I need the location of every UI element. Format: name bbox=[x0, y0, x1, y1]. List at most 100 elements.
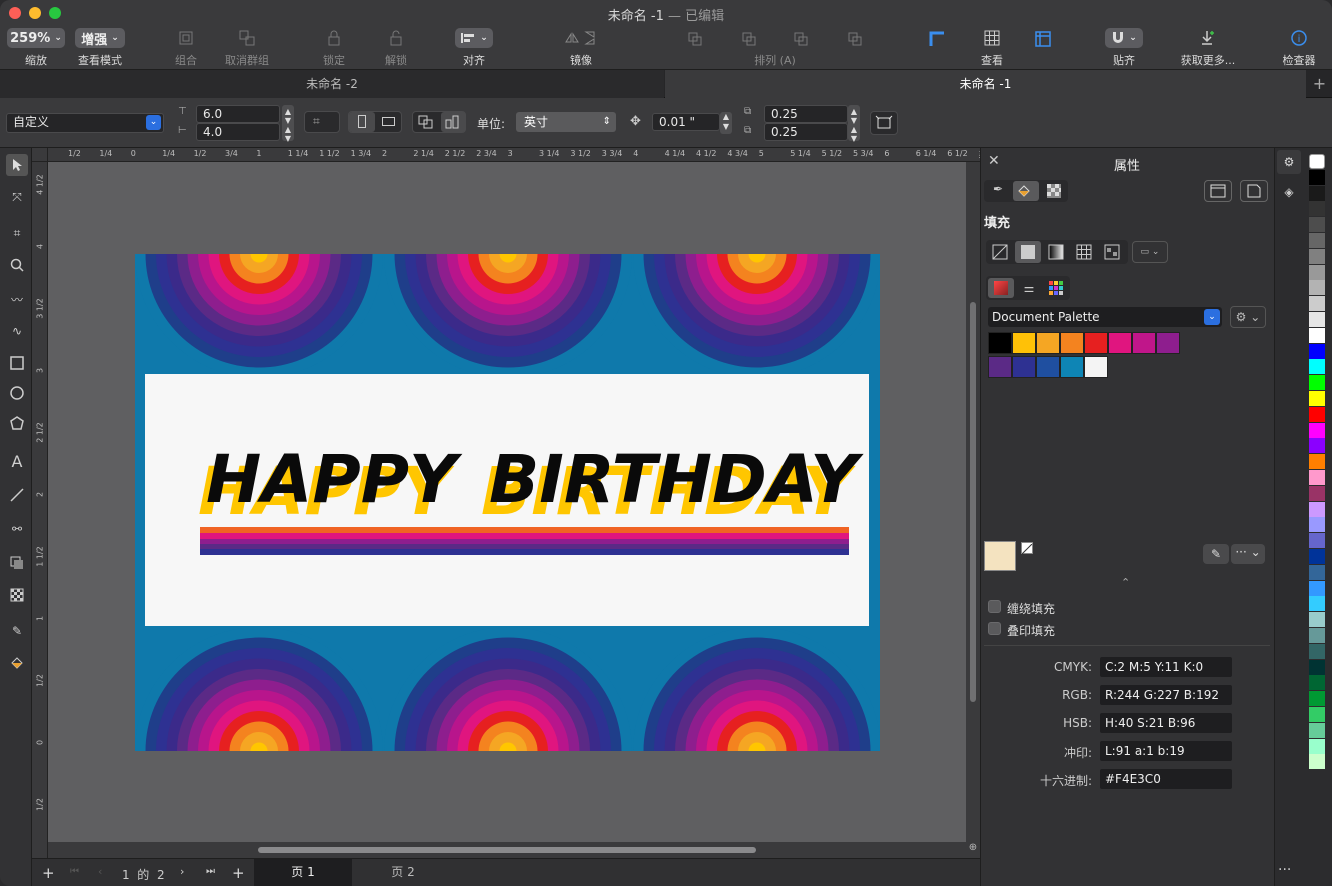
palette-color-swatch[interactable] bbox=[1309, 564, 1325, 580]
palette-color-swatch[interactable] bbox=[1309, 296, 1325, 312]
shape-tool-icon[interactable]: ⤧ bbox=[6, 186, 28, 208]
prev-page-icon[interactable]: ‹ bbox=[98, 865, 102, 878]
get-more-button[interactable]: 获取更多... bbox=[1176, 27, 1240, 68]
zoom-tool-icon[interactable] bbox=[6, 254, 28, 276]
drop-shadow-tool-icon[interactable] bbox=[6, 552, 28, 574]
page-width-field[interactable]: 6.0 bbox=[196, 105, 280, 123]
vertical-scroll-thumb[interactable] bbox=[970, 302, 976, 702]
color-value-field[interactable]: #F4E3C0 bbox=[1100, 769, 1232, 789]
palette-swatch[interactable] bbox=[1084, 356, 1108, 378]
page-preset-select[interactable]: 自定义 ⌄ bbox=[6, 113, 164, 133]
no-color-swatch[interactable] bbox=[1021, 542, 1033, 555]
more-fills-dropdown[interactable]: ▭ ⌄ bbox=[1132, 241, 1168, 263]
landscape-icon[interactable] bbox=[382, 117, 395, 126]
vertical-scrollbar[interactable] bbox=[966, 162, 980, 842]
palette-swatch[interactable] bbox=[1060, 332, 1084, 354]
orientation-toggle[interactable] bbox=[348, 111, 402, 133]
palette-color-swatch[interactable] bbox=[1309, 612, 1325, 628]
next-page-icon[interactable]: › bbox=[180, 865, 184, 878]
palette-color-swatch[interactable] bbox=[1309, 675, 1325, 691]
palette-color-swatch[interactable] bbox=[1309, 707, 1325, 722]
palette-color-swatch[interactable] bbox=[1309, 264, 1325, 280]
palette-color-swatch[interactable] bbox=[1309, 722, 1325, 738]
color-value-field[interactable]: C:2 M:5 Y:11 K:0 bbox=[1100, 657, 1232, 677]
zoom-corner-icon[interactable]: ⊕ bbox=[966, 842, 980, 858]
fountain-fill-icon[interactable] bbox=[1044, 242, 1068, 262]
page-tab-1[interactable]: 页 1 bbox=[254, 859, 352, 886]
portrait-icon[interactable] bbox=[349, 112, 375, 132]
guide-icon[interactable] bbox=[928, 30, 946, 51]
duplicate-stepper[interactable]: ▲ ▼ ▲ ▼ bbox=[848, 105, 860, 143]
zoom-control[interactable]: 259% ⌄ 缩放 bbox=[6, 27, 66, 68]
color-value-field[interactable]: R:244 G:227 B:192 bbox=[1100, 685, 1232, 705]
palette-color-swatch[interactable] bbox=[1309, 549, 1325, 564]
treat-as-filled-button[interactable] bbox=[870, 111, 898, 135]
tab-untitled-2[interactable]: 未命名 -2 bbox=[0, 70, 664, 98]
palette-color-swatch[interactable] bbox=[1309, 375, 1325, 391]
last-page-icon[interactable]: ⏭ bbox=[206, 866, 215, 877]
palette-color-swatch[interactable] bbox=[1309, 406, 1325, 422]
add-page-after-icon[interactable]: + bbox=[232, 864, 245, 882]
color-sliders-icon[interactable]: ⚌ bbox=[1017, 278, 1041, 298]
add-page-icon[interactable]: + bbox=[42, 864, 55, 882]
bezier-tool-icon[interactable]: ∿ bbox=[6, 320, 28, 342]
nudge-field[interactable]: 0.01 " bbox=[652, 113, 720, 131]
more-options-icon[interactable]: ··· ⌄ bbox=[1231, 544, 1265, 564]
palette-color-swatch[interactable] bbox=[1309, 643, 1325, 659]
palette-swatch[interactable] bbox=[1108, 332, 1132, 354]
overprint-fill-checkbox[interactable] bbox=[988, 622, 1001, 635]
palette-color-swatch[interactable] bbox=[1309, 470, 1325, 485]
page-properties-icon[interactable] bbox=[1240, 180, 1268, 202]
transparency-tool-icon[interactable] bbox=[6, 584, 28, 606]
page-height-field[interactable]: 4.0 bbox=[196, 123, 280, 141]
duplicate-distance-y[interactable]: 0.25 bbox=[764, 123, 848, 141]
horizontal-ruler[interactable]: 1/2 1/4 0 1/4 1/2 3/4 1 1 1/4 1 1/2 1 3/4 2 2 1/4 2 … bbox=[32, 148, 980, 162]
palette-color-swatch[interactable] bbox=[1309, 485, 1325, 501]
palette-color-swatch[interactable] bbox=[1309, 501, 1325, 517]
palette-swatch[interactable] bbox=[1012, 332, 1036, 354]
horizontal-scroll-thumb[interactable] bbox=[258, 847, 756, 853]
palette-color-swatch[interactable] bbox=[1309, 217, 1325, 233]
object-properties-icon[interactable] bbox=[1204, 180, 1232, 202]
palette-color-swatch[interactable] bbox=[1309, 343, 1325, 359]
new-tab-button[interactable]: + bbox=[1307, 70, 1332, 98]
palette-color-swatch[interactable] bbox=[1309, 659, 1325, 675]
palette-color-swatch[interactable] bbox=[1309, 517, 1325, 533]
text-tool-icon[interactable]: A bbox=[6, 450, 28, 472]
drawing-canvas[interactable]: HAPPY BIRTHDAY HAPPY BIRTHDAY bbox=[48, 162, 966, 842]
palette-color-swatch[interactable] bbox=[1309, 738, 1325, 754]
palette-color-swatch[interactable] bbox=[1309, 438, 1325, 454]
palette-swatch[interactable] bbox=[1036, 356, 1060, 378]
palette-color-swatch[interactable] bbox=[1309, 533, 1325, 549]
eyedropper-tool-icon[interactable]: ✎ bbox=[6, 620, 28, 642]
more-dockers-icon[interactable]: ··· bbox=[1278, 862, 1291, 878]
properties-docker-icon[interactable]: ⚙ bbox=[1277, 150, 1301, 174]
palette-color-swatch[interactable] bbox=[1309, 391, 1325, 406]
nudge-stepper[interactable]: ▲ ▼ bbox=[720, 112, 732, 134]
color-palettes-icon[interactable] bbox=[1044, 278, 1068, 298]
gear-icon[interactable]: ⚙ ⌄ bbox=[1230, 306, 1266, 328]
chevron-up-icon[interactable]: ⌃ bbox=[1121, 576, 1130, 589]
wrap-fill-checkbox[interactable] bbox=[988, 600, 1001, 613]
palette-color-swatch[interactable] bbox=[1309, 280, 1325, 296]
palette-swatch[interactable] bbox=[1156, 332, 1180, 354]
palette-color-swatch[interactable] bbox=[1309, 185, 1325, 201]
view-button[interactable]: 查看 bbox=[972, 27, 1012, 68]
unit-select[interactable]: 英寸 ⇕ bbox=[516, 112, 616, 132]
ruler-origin[interactable] bbox=[32, 148, 48, 162]
ungroup-button[interactable]: 取消群组 bbox=[222, 27, 272, 68]
layers-docker-icon[interactable]: ◈ bbox=[1277, 180, 1301, 204]
align-button[interactable]: ⌄ 对齐 bbox=[452, 27, 496, 68]
view-mode-control[interactable]: 增强 ⌄ 查看模式 bbox=[74, 27, 126, 68]
palette-color-swatch[interactable] bbox=[1309, 580, 1325, 596]
palette-color-swatch[interactable] bbox=[1309, 359, 1325, 375]
palette-color-swatch[interactable] bbox=[1309, 691, 1325, 707]
palette-color-swatch[interactable] bbox=[1309, 312, 1325, 327]
unlock-button[interactable]: 解锁 bbox=[376, 27, 416, 68]
freehand-tool-icon[interactable]: 〰 bbox=[6, 288, 28, 310]
all-pages-icon[interactable] bbox=[418, 115, 434, 132]
first-page-icon[interactable]: ⏮ bbox=[70, 866, 79, 877]
lock-button[interactable]: 锁定 bbox=[314, 27, 354, 68]
palette-swatch[interactable] bbox=[988, 332, 1012, 354]
fill-tool-icon[interactable] bbox=[6, 652, 28, 674]
